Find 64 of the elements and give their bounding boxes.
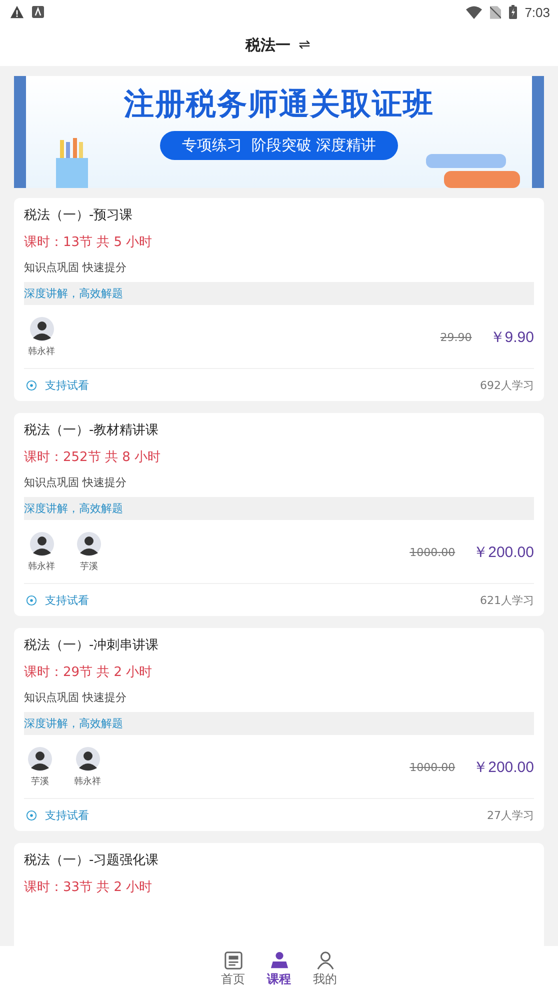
learner-count: 692人学习 — [480, 378, 534, 392]
avatar-icon — [77, 532, 101, 556]
course-card[interactable]: 税法（一）-冲刺串讲课 课时：29节 共 2 小时 知识点巩固 快速提分 深度讲解，高效解题 芋溪 韩永祥 1000.00 ￥200.00 支持试看 27人学习 — [14, 628, 544, 831]
play-circle-icon — [26, 810, 37, 820]
avatar-icon — [30, 532, 54, 556]
avatar-icon — [28, 747, 52, 771]
course-tag-bar: 深度讲解，高效解题 — [24, 282, 534, 305]
avatar-icon — [30, 317, 54, 341]
warning-icon — [10, 5, 24, 19]
person-icon — [316, 950, 334, 970]
teacher-name: 芋溪 — [80, 560, 98, 573]
nav-label: 课程 — [267, 970, 291, 988]
nav-tab[interactable]: 我的 — [313, 946, 337, 992]
course-banner[interactable]: 注册税务师通关取证班 专项练习 阶段突破 深度精讲 — [14, 76, 544, 188]
course-card[interactable]: 税法（一）-预习课 课时：13节 共 5 小时 知识点巩固 快速提分 深度讲解，高效解题 韩永祥 29.90 ￥9.90 支持试看 692人学习 — [14, 198, 544, 401]
course-price: ￥9.90 — [490, 328, 534, 347]
learner-count: 621人学习 — [480, 592, 534, 608]
course-title: 税法（一）-预习课 — [24, 207, 134, 225]
course-title: 税法（一）-冲刺串讲课 — [24, 637, 160, 655]
trial-label: 支持试看 — [45, 808, 89, 822]
course-title: 税法（一）-习题强化课 — [24, 852, 160, 870]
avatar-icon — [76, 747, 100, 771]
course-card[interactable]: 税法（一）-习题强化课 课时：33节 共 2 小时 — [14, 843, 544, 946]
nav-tab[interactable]: 课程 — [267, 946, 291, 992]
score-sheet-icon — [224, 950, 242, 970]
lecturer-icon — [270, 950, 288, 970]
nav-label: 我的 — [313, 970, 337, 988]
course-hours: 课时：13节 共 5 小时 — [24, 234, 154, 252]
play-circle-icon — [26, 594, 37, 606]
original-price: 29.90 — [440, 331, 472, 344]
teacher-name: 韩永祥 — [28, 560, 55, 573]
course-hours: 课时：29节 共 2 小时 — [24, 664, 154, 682]
course-description: 知识点巩固 快速提分 — [24, 475, 128, 491]
course-description: 知识点巩固 快速提分 — [24, 260, 128, 276]
course-price: ￥200.00 — [473, 543, 534, 562]
teacher-name: 韩永祥 — [28, 346, 55, 358]
course-title: 税法（一）-教材精讲课 — [24, 422, 160, 440]
original-price: 1000.00 — [410, 546, 456, 559]
pencil-cup-drawing — [56, 138, 90, 188]
banner-subtitle: 专项练习 阶段突破 深度精讲 — [160, 131, 398, 160]
course-price: ￥200.00 — [473, 758, 534, 777]
banner-title: 注册税务师通关取证班 — [124, 86, 434, 124]
teacher-name: 芋溪 — [31, 776, 49, 788]
course-hours: 课时：252节 共 8 小时 — [24, 449, 162, 467]
battery-icon — [508, 5, 517, 19]
no-sim-icon — [490, 6, 501, 18]
wifi-icon — [466, 6, 482, 18]
switch-button[interactable]: ⇌ — [296, 37, 312, 53]
teacher-name: 韩永祥 — [74, 776, 101, 788]
original-price: 1000.00 — [410, 761, 456, 774]
nav-tab[interactable]: 首页 — [221, 946, 245, 992]
trial-label: 支持试看 — [45, 378, 89, 392]
learner-count: 27人学习 — [487, 808, 534, 822]
course-tag-bar: 深度讲解，高效解题 — [24, 497, 534, 520]
course-card[interactable]: 税法（一）-教材精讲课 课时：252节 共 8 小时 知识点巩固 快速提分 深度讲解，高效解题 韩永祥 芋溪 1000.00 ￥200.00 支持试看 621人学习 — [14, 413, 544, 616]
trial-label: 支持试看 — [45, 592, 89, 608]
status-time: 7:03 — [524, 4, 550, 20]
nav-label: 首页 — [221, 970, 245, 988]
app-notification-icon — [32, 6, 44, 18]
page-title: 税法一 — [246, 36, 291, 54]
play-circle-icon — [26, 380, 37, 390]
course-hours: 课时：33节 共 2 小时 — [24, 879, 154, 897]
course-tag-bar: 深度讲解，高效解题 — [24, 712, 534, 735]
course-description: 知识点巩固 快速提分 — [24, 690, 128, 706]
